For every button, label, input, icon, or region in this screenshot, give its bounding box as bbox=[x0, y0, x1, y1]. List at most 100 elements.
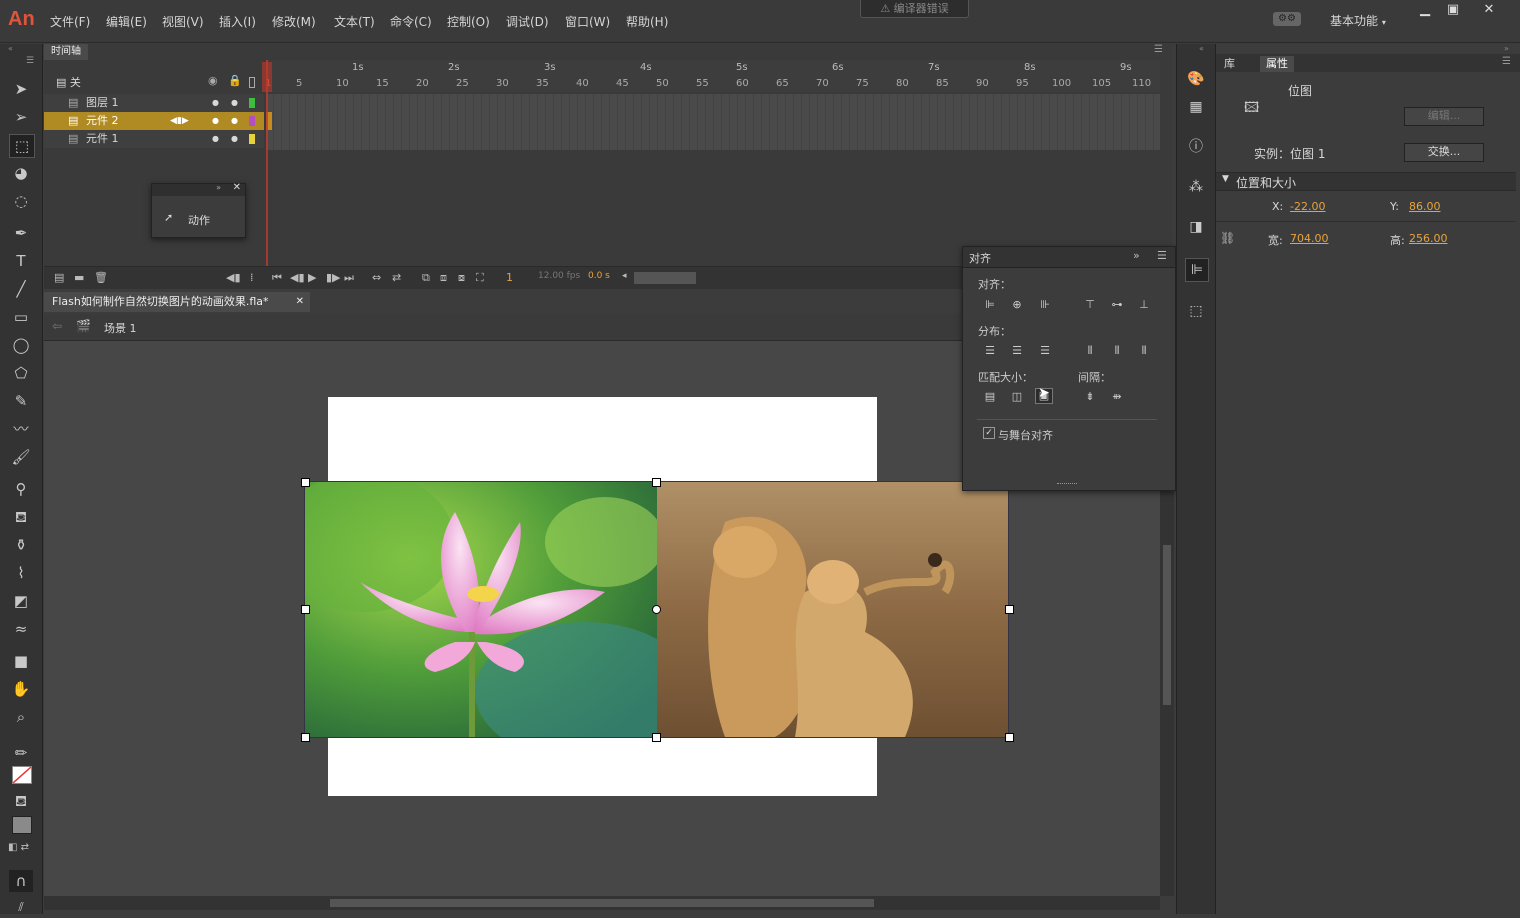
eye-icon[interactable]: ◉ bbox=[208, 74, 218, 87]
text-tool-icon[interactable]: T bbox=[9, 250, 33, 272]
horizontal-scrollbar[interactable] bbox=[44, 896, 1160, 910]
transform-handle[interactable] bbox=[652, 478, 661, 487]
transform-handle[interactable] bbox=[1005, 605, 1014, 614]
frame-rate[interactable]: 12.00 fps bbox=[538, 271, 580, 281]
layer-row[interactable]: ▤ 图层 1 ● ● bbox=[44, 94, 264, 112]
tab-properties[interactable]: 属性 bbox=[1260, 56, 1294, 72]
distribute-vcenter-icon[interactable]: ☰ bbox=[1009, 344, 1025, 358]
last-frame-icon[interactable]: ⏭ bbox=[344, 271, 354, 285]
align-panel-header[interactable]: 对齐 » ☰ bbox=[963, 247, 1175, 268]
lock-dot[interactable]: ● bbox=[231, 94, 238, 112]
resize-grip[interactable] bbox=[1057, 483, 1077, 487]
rectangle-tool-icon[interactable]: ▭ bbox=[9, 306, 33, 328]
paint-bucket-tool-icon[interactable]: ⛾ bbox=[9, 506, 33, 528]
menu-view[interactable]: 视图(V) bbox=[162, 13, 204, 30]
edit-button[interactable]: 编辑... bbox=[1404, 107, 1484, 126]
panel-menu-icon[interactable]: ☰ bbox=[26, 56, 34, 66]
swatches-icon[interactable]: ▦ bbox=[1185, 96, 1207, 118]
collapse-icon[interactable]: « bbox=[8, 44, 13, 53]
keyframe-nav-icon[interactable]: ◀▮▶ bbox=[170, 112, 189, 130]
lock-dot[interactable]: ● bbox=[231, 112, 238, 130]
layer-color-swatch[interactable] bbox=[249, 98, 255, 108]
scene-label[interactable]: 场景 1 bbox=[104, 320, 137, 336]
panel-menu-icon[interactable]: ☰ bbox=[1502, 56, 1511, 67]
stroke-color-icon[interactable]: ✏ bbox=[9, 742, 33, 764]
position-size-section[interactable]: ▼ 位置和大小 bbox=[1216, 172, 1516, 191]
actions-icon[interactable]: ➚ bbox=[164, 211, 173, 224]
constrain-link-icon[interactable]: ⛓ bbox=[1220, 231, 1235, 245]
distribute-hcenter-icon[interactable]: ⫴ bbox=[1109, 344, 1125, 358]
tab-library[interactable]: 库 bbox=[1218, 56, 1241, 72]
eyedropper-tool-icon[interactable]: ⌇ bbox=[9, 562, 33, 584]
oval-tool-icon[interactable]: ◯ bbox=[9, 334, 33, 356]
lasso-tool-icon[interactable]: ◌ bbox=[9, 190, 33, 212]
hand-tool-icon[interactable]: ✋ bbox=[9, 678, 33, 700]
zoom-tool-icon[interactable]: ⌕ bbox=[9, 706, 33, 728]
height-value[interactable]: 256.00 bbox=[1409, 232, 1448, 245]
timeline-tab[interactable]: 时间轴 bbox=[44, 44, 88, 60]
swap-button[interactable]: 交换... bbox=[1404, 143, 1484, 162]
color-palette-icon[interactable]: 🎨 bbox=[1185, 68, 1207, 90]
show-all-label[interactable]: 关 bbox=[70, 76, 81, 89]
layer-name[interactable]: 元件 1 bbox=[86, 130, 119, 148]
layer-row[interactable]: ▤ 元件 1 ● ● bbox=[44, 130, 264, 148]
menu-debug[interactable]: 调试(D) bbox=[506, 13, 549, 30]
playhead-handle[interactable] bbox=[262, 62, 272, 92]
polystar-tool-icon[interactable]: ⬠ bbox=[9, 362, 33, 384]
transform-handle[interactable] bbox=[652, 733, 661, 742]
free-transform-tool-icon[interactable]: ⬚ bbox=[9, 134, 35, 158]
close-tab-icon[interactable]: ✕ bbox=[296, 292, 304, 312]
layer-name[interactable]: 元件 2 bbox=[86, 112, 119, 130]
library-icon[interactable]: ◨ bbox=[1185, 216, 1207, 238]
space-evenly-horizontal-icon[interactable]: ⇻ bbox=[1109, 390, 1125, 404]
elapsed-time[interactable]: 0.0 s bbox=[588, 271, 610, 281]
transform-center-point[interactable] bbox=[652, 605, 661, 614]
3d-rotation-tool-icon[interactable]: ◕ bbox=[9, 162, 33, 184]
close-icon[interactable]: ✕ bbox=[233, 182, 241, 193]
align-bottom-icon[interactable]: ⊥ bbox=[1136, 298, 1152, 312]
menu-file[interactable]: 文件(F) bbox=[50, 13, 90, 30]
layer-color-swatch[interactable] bbox=[249, 134, 255, 144]
close-window-button[interactable]: ✕ bbox=[1472, 2, 1506, 20]
match-height-icon[interactable]: ◫ bbox=[1009, 390, 1025, 404]
y-value[interactable]: 86.00 bbox=[1409, 200, 1441, 213]
stage-align-checkbox[interactable]: ✓ bbox=[983, 427, 995, 439]
collapse-icon[interactable]: » bbox=[1504, 44, 1509, 53]
align-horizontal-center-icon[interactable]: ⊕ bbox=[1009, 298, 1025, 312]
line-tool-icon[interactable]: ╱ bbox=[9, 278, 33, 300]
align-top-icon[interactable]: ⊤ bbox=[1082, 298, 1098, 312]
first-frame-icon[interactable]: ⏮ bbox=[272, 271, 282, 285]
new-layer-icon[interactable]: ▤ bbox=[54, 271, 64, 284]
transform-panel-icon[interactable]: ⬚ bbox=[1185, 300, 1207, 322]
back-arrow-icon[interactable]: ⇦ bbox=[52, 319, 62, 333]
panel-menu-icon[interactable]: ☰ bbox=[1154, 44, 1163, 55]
lock-icon[interactable]: 🔒 bbox=[228, 74, 242, 87]
panel-menu-icon[interactable]: ☰ bbox=[1157, 249, 1167, 262]
sync-settings-icon[interactable]: ⚙⚙ bbox=[1273, 12, 1301, 26]
bone-tool-icon[interactable]: ⚲ bbox=[9, 478, 33, 500]
brush-tool-icon[interactable]: 🖌 bbox=[9, 446, 33, 468]
menu-window[interactable]: 窗口(W) bbox=[565, 13, 610, 30]
actions-label[interactable]: 动作 bbox=[188, 212, 210, 228]
swap-colors-icon[interactable]: ◧ ⇄ bbox=[8, 842, 29, 853]
scroll-thumb[interactable] bbox=[1163, 545, 1171, 705]
motion-presets-icon[interactable]: ⁂ bbox=[1185, 176, 1207, 198]
smooth-icon[interactable]: ⫽ bbox=[9, 896, 33, 918]
menu-modify[interactable]: 修改(M) bbox=[272, 13, 316, 30]
fill-color-icon[interactable]: ⛾ bbox=[9, 790, 33, 812]
pencil-tool-icon[interactable]: ✎ bbox=[9, 390, 33, 412]
timeline-scroll-thumb[interactable] bbox=[634, 272, 696, 284]
align-panel-title[interactable]: 对齐 bbox=[969, 250, 991, 266]
x-value[interactable]: -22.00 bbox=[1290, 200, 1325, 213]
subselection-tool-icon[interactable]: ➢ bbox=[9, 106, 33, 128]
compiler-errors-button[interactable]: ⚠ 编译器错误 bbox=[860, 0, 969, 18]
distribute-bottom-icon[interactable]: ☰ bbox=[1037, 344, 1053, 358]
match-width-icon[interactable]: ▤ bbox=[982, 390, 998, 404]
lock-dot[interactable]: ● bbox=[231, 130, 238, 148]
loop-icon[interactable]: ⇔ bbox=[372, 271, 381, 284]
menu-text[interactable]: 文本(T) bbox=[334, 13, 375, 30]
edit-multiple-icon[interactable]: ⧇ bbox=[458, 271, 465, 285]
onion-outline-icon[interactable]: ⧈ bbox=[440, 271, 447, 285]
layer-color-swatch[interactable] bbox=[249, 116, 255, 126]
align-panel-icon[interactable]: ⊫ bbox=[1185, 258, 1209, 282]
